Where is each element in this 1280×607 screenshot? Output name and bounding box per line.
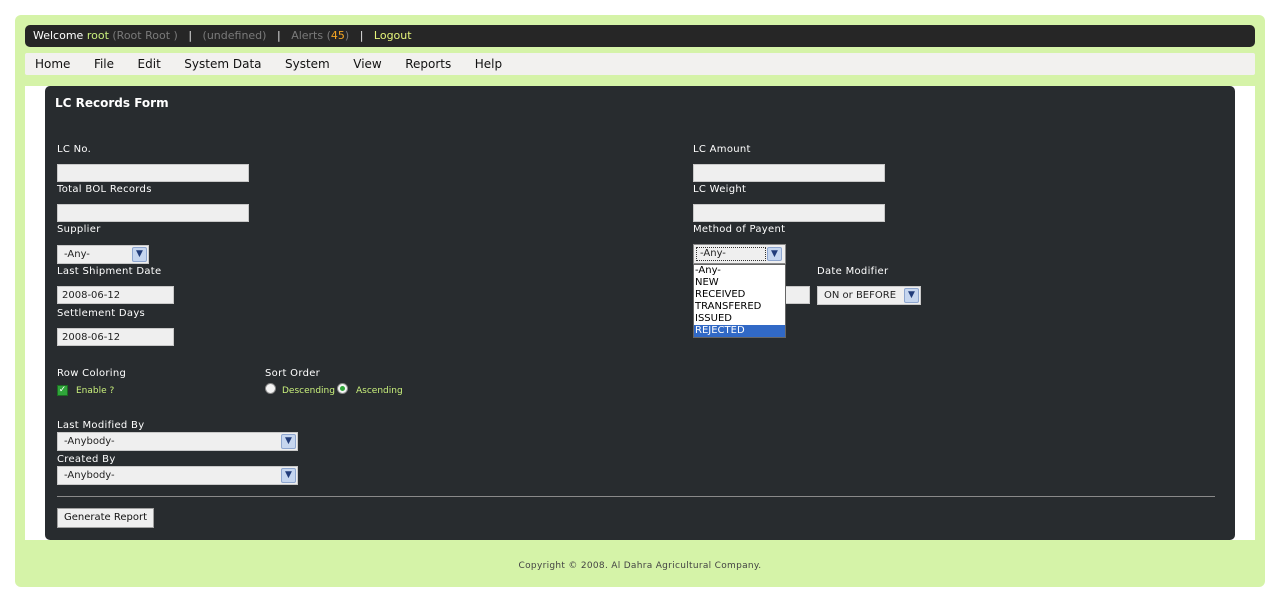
separator: | — [188, 29, 193, 42]
generate-report-button[interactable]: Generate Report — [57, 508, 155, 528]
alerts-link[interactable]: Alerts (45) — [291, 29, 349, 42]
menu-reports[interactable]: Reports — [395, 53, 461, 75]
separator: | — [359, 29, 364, 42]
menu-view[interactable]: View — [343, 53, 391, 75]
chevron-down-icon: ▼ — [281, 434, 296, 449]
option-transfered[interactable]: TRANSFERED — [694, 301, 785, 313]
enable-checkbox[interactable]: ✓ — [57, 385, 68, 396]
alerts-count: 45 — [330, 29, 345, 42]
lc-amount-label: LC Amount — [693, 144, 751, 155]
page-frame: Welcome root (Root Root ) | (undefined) … — [15, 15, 1265, 587]
undefined-text: (undefined) — [202, 29, 267, 42]
chevron-down-icon: ▼ — [281, 468, 296, 483]
descending-radio[interactable] — [265, 383, 276, 394]
form-title: LC Records Form — [55, 96, 169, 110]
lc-no-label: LC No. — [57, 144, 92, 155]
total-bol-input[interactable] — [57, 204, 249, 222]
created-by-select[interactable]: -Anybody- ▼ — [57, 466, 298, 485]
date-modifier-value: ON or BEFORE — [824, 290, 897, 301]
option-issued[interactable]: ISSUED — [694, 313, 785, 325]
method-of-payment-label: Method of Payent — [693, 224, 786, 235]
menu-file[interactable]: File — [84, 53, 124, 75]
chevron-down-icon: ▼ — [132, 247, 147, 262]
chevron-down-icon: ▼ — [904, 288, 919, 303]
ascending-radio[interactable] — [337, 383, 348, 394]
created-by-value: -Anybody- — [64, 470, 115, 481]
sort-order-label: Sort Order — [265, 368, 321, 379]
menu-system-data[interactable]: System Data — [174, 53, 271, 75]
main-menu: Home File Edit System Data System View R… — [25, 53, 1255, 75]
welcome-text: Welcome — [33, 29, 84, 42]
alerts-label: Alerts ( — [291, 29, 331, 42]
total-bol-label: Total BOL Records — [57, 184, 152, 195]
ascending-label: Ascending — [356, 386, 403, 396]
lc-no-input[interactable] — [57, 164, 249, 182]
last-shipment-input[interactable] — [57, 286, 174, 304]
enable-label: Enable ? — [76, 386, 115, 396]
check-icon: ✓ — [58, 385, 67, 395]
supplier-label: Supplier — [57, 224, 101, 235]
option-rejected[interactable]: REJECTED — [694, 325, 785, 337]
chevron-down-icon: ▼ — [767, 247, 782, 261]
option-new[interactable]: NEW — [694, 277, 785, 289]
divider — [57, 496, 1215, 497]
last-modified-value: -Anybody- — [64, 436, 115, 447]
user-status-bar: Welcome root (Root Root ) | (undefined) … — [25, 25, 1255, 47]
date-input[interactable] — [783, 286, 810, 304]
menu-home[interactable]: Home — [25, 53, 80, 75]
descending-label: Descending — [282, 386, 335, 396]
copyright-footer: Copyright © 2008. Al Dahra Agricultural … — [518, 561, 762, 571]
method-of-payment-options: -Any- NEW RECEIVED TRANSFERED ISSUED REJ… — [693, 264, 786, 338]
option-any[interactable]: -Any- — [694, 265, 785, 277]
user-fullname: (Root Root ) — [112, 29, 178, 42]
lc-weight-label: LC Weight — [693, 184, 747, 195]
lc-amount-input[interactable] — [693, 164, 885, 182]
settlement-label: Settlement Days — [57, 308, 146, 319]
menu-system[interactable]: System — [275, 53, 340, 75]
lc-weight-input[interactable] — [693, 204, 885, 222]
settlement-input[interactable] — [57, 328, 174, 346]
method-of-payment-select[interactable]: -Any- ▼ — [693, 244, 786, 264]
last-modified-select[interactable]: -Anybody- ▼ — [57, 432, 298, 451]
last-shipment-label: Last Shipment Date — [57, 266, 162, 277]
alerts-close: ) — [344, 29, 350, 42]
menu-edit[interactable]: Edit — [128, 53, 171, 75]
separator: | — [276, 29, 281, 42]
supplier-select[interactable]: -Any- ▼ — [57, 245, 149, 264]
username: root — [86, 29, 109, 42]
lc-records-form: LC Records Form LC No. Total BOL Records… — [45, 86, 1235, 540]
date-modifier-label: Date Modifier — [817, 266, 889, 277]
date-modifier-select[interactable]: ON or BEFORE ▼ — [817, 286, 921, 305]
logout-link[interactable]: Logout — [374, 29, 412, 42]
option-received[interactable]: RECEIVED — [694, 289, 785, 301]
supplier-value: -Any- — [64, 249, 90, 260]
menu-help[interactable]: Help — [465, 53, 512, 75]
row-coloring-label: Row Coloring — [57, 368, 127, 379]
last-modified-label: Last Modified By — [57, 420, 145, 431]
method-of-payment-value: -Any- — [696, 247, 766, 261]
created-by-label: Created By — [57, 454, 116, 465]
